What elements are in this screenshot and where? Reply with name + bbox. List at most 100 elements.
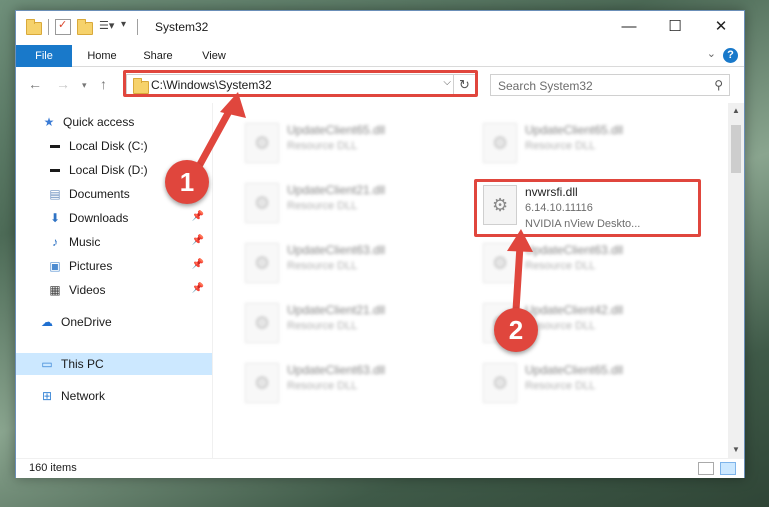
back-arrow-icon[interactable]: ← bbox=[28, 76, 42, 92]
minimize-button[interactable]: — bbox=[606, 11, 652, 41]
dll-file-icon bbox=[483, 243, 517, 283]
status-bar: 160 items bbox=[16, 458, 744, 478]
sidebar-item-pictures[interactable]: ▣ Pictures 📌 bbox=[16, 255, 212, 277]
file-type: Resource DLL bbox=[287, 140, 358, 152]
chevron-down-icon[interactable]: ⌄ bbox=[707, 47, 716, 60]
sidebar-item-label: Documents bbox=[69, 187, 130, 201]
new-folder-icon[interactable] bbox=[77, 18, 93, 35]
list-item[interactable]: UpdateClient21.dll Resource DLL bbox=[237, 301, 457, 349]
help-icon[interactable]: ? bbox=[723, 48, 738, 63]
sidebar-item-network[interactable]: ⊞ Network bbox=[16, 385, 212, 407]
dll-file-icon bbox=[245, 243, 279, 283]
recent-locations-icon[interactable]: ▾ bbox=[82, 80, 87, 91]
list-item[interactable]: UpdateClient21.dll Resource DLL bbox=[237, 181, 457, 229]
list-item[interactable]: UpdateClient63.dll Resource DLL bbox=[237, 361, 457, 409]
file-list: UpdateClient65.dll Resource DLL UpdateCl… bbox=[213, 103, 728, 458]
file-name: UpdateClient63.dll bbox=[287, 363, 386, 377]
dll-file-icon bbox=[245, 303, 279, 343]
sidebar-item-local-disk-c[interactable]: ▬ Local Disk (C:) bbox=[16, 135, 212, 157]
drive-icon: ▬ bbox=[50, 140, 60, 151]
tab-home[interactable]: Home bbox=[76, 45, 128, 67]
forward-arrow-icon[interactable]: → bbox=[56, 76, 70, 92]
sidebar-item-label: Network bbox=[61, 389, 106, 403]
file-name: UpdateClient42.dll bbox=[525, 303, 624, 317]
dll-file-icon bbox=[483, 123, 517, 163]
sidebar-item-quick-access[interactable]: ★ Quick access bbox=[16, 111, 212, 133]
pin-icon[interactable]: 📌 bbox=[192, 259, 204, 270]
sidebar-item-label: This PC bbox=[61, 357, 104, 371]
file-type: Resource DLL bbox=[525, 260, 596, 272]
dll-file-icon bbox=[245, 363, 279, 403]
file-type: Resource DLL bbox=[287, 320, 358, 332]
file-name: UpdateClient21.dll bbox=[287, 183, 386, 197]
sidebar-item-this-pc[interactable]: ▭ This PC bbox=[16, 353, 212, 375]
scroll-up-icon[interactable]: ▲ bbox=[728, 103, 744, 119]
sidebar-item-label: Videos bbox=[69, 283, 106, 297]
pin-icon[interactable]: 📌 bbox=[192, 235, 204, 246]
window-title: System32 bbox=[155, 20, 209, 34]
search-input[interactable]: Search System32 ⚲ bbox=[490, 74, 730, 96]
sidebar-item-label: OneDrive bbox=[61, 315, 112, 329]
maximize-button[interactable]: ☐ bbox=[652, 11, 698, 41]
file-name: UpdateClient65.dll bbox=[287, 123, 386, 137]
file-name: UpdateClient63.dll bbox=[525, 243, 624, 257]
toolbar-divider bbox=[48, 19, 49, 35]
music-icon: ♪ bbox=[52, 235, 58, 249]
quick-access-toolbar: ✓ ☰▾ ▾ bbox=[26, 18, 144, 35]
navigation-bar: ← → ▾ ↑ C:\Windows\System32 ⌵ ↻ Search S… bbox=[16, 67, 744, 103]
search-placeholder: Search System32 bbox=[498, 79, 593, 93]
list-item[interactable]: UpdateClient63.dll Resource DLL bbox=[475, 241, 695, 289]
title-bar: ✓ ☰▾ ▾ System32 — ☐ ✕ bbox=[16, 11, 744, 45]
sidebar-item-label: Music bbox=[69, 235, 101, 249]
up-arrow-icon[interactable]: ↑ bbox=[100, 76, 107, 92]
star-icon: ★ bbox=[43, 115, 55, 129]
list-item[interactable]: UpdateClient65.dll Resource DLL bbox=[237, 121, 457, 169]
file-type: Resource DLL bbox=[287, 200, 358, 212]
downloads-icon: ⬇ bbox=[49, 211, 61, 225]
list-item[interactable]: UpdateClient63.dll Resource DLL bbox=[237, 241, 457, 289]
file-name: UpdateClient21.dll bbox=[287, 303, 386, 317]
properties-icon[interactable]: ✓ bbox=[55, 19, 71, 35]
pictures-icon: ▣ bbox=[49, 259, 61, 273]
scroll-down-icon[interactable]: ▼ bbox=[728, 442, 744, 458]
folder-icon bbox=[26, 18, 42, 35]
pin-icon[interactable]: 📌 bbox=[192, 283, 204, 294]
tab-view[interactable]: View bbox=[188, 45, 240, 67]
file-name: UpdateClient65.dll bbox=[525, 123, 624, 137]
customize-toolbar-icon[interactable]: ☰▾ bbox=[99, 19, 115, 35]
address-highlight-box bbox=[123, 70, 478, 97]
sidebar-item-label: Quick access bbox=[63, 115, 135, 129]
item-count: 160 items bbox=[29, 462, 77, 474]
details-view-icon[interactable] bbox=[698, 462, 714, 475]
file-name: UpdateClient65.dll bbox=[525, 363, 624, 377]
dll-file-icon bbox=[245, 183, 279, 223]
sidebar-item-label: Local Disk (D:) bbox=[69, 163, 148, 177]
dll-file-icon bbox=[245, 123, 279, 163]
list-item[interactable]: UpdateClient65.dll Resource DLL bbox=[475, 361, 695, 409]
sidebar-item-label: Downloads bbox=[69, 211, 129, 225]
file-type: Resource DLL bbox=[287, 380, 358, 392]
vertical-scrollbar[interactable]: ▲ ▼ bbox=[728, 103, 744, 458]
file-highlight-box bbox=[474, 179, 701, 237]
toolbar-dropdown-icon[interactable]: ▾ bbox=[121, 19, 131, 35]
search-icon[interactable]: ⚲ bbox=[714, 78, 723, 92]
tab-share[interactable]: Share bbox=[132, 45, 184, 67]
file-type: Resource DLL bbox=[525, 140, 596, 152]
close-button[interactable]: ✕ bbox=[698, 11, 744, 41]
toolbar-divider bbox=[137, 19, 138, 35]
sidebar-item-label: Local Disk (C:) bbox=[69, 139, 148, 153]
sidebar-item-music[interactable]: ♪ Music 📌 bbox=[16, 231, 212, 253]
sidebar-item-videos[interactable]: ▦ Videos 📌 bbox=[16, 279, 212, 301]
scroll-thumb[interactable] bbox=[731, 125, 741, 173]
tab-file[interactable]: File bbox=[16, 45, 72, 67]
list-item[interactable]: UpdateClient65.dll Resource DLL bbox=[475, 121, 695, 169]
large-icons-view-icon[interactable] bbox=[720, 462, 736, 475]
step-badge-1: 1 bbox=[165, 160, 209, 204]
computer-icon: ▭ bbox=[41, 357, 53, 371]
sidebar-item-onedrive[interactable]: ☁ OneDrive bbox=[16, 311, 212, 333]
step-badge-2: 2 bbox=[494, 308, 538, 352]
pin-icon[interactable]: 📌 bbox=[192, 211, 204, 222]
documents-icon: ▤ bbox=[49, 187, 61, 201]
file-type: Resource DLL bbox=[525, 380, 596, 392]
sidebar-item-downloads[interactable]: ⬇ Downloads 📌 bbox=[16, 207, 212, 229]
